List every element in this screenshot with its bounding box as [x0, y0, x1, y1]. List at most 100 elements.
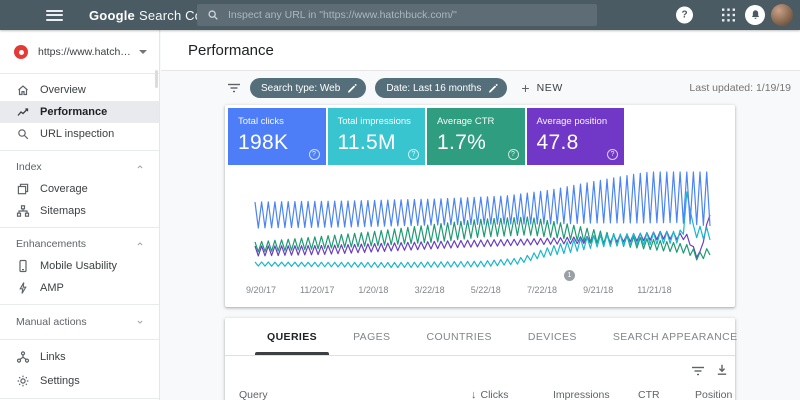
metric-label: Total clicks [238, 116, 326, 127]
chevron-down-icon [139, 50, 147, 54]
new-filter-label: NEW [537, 82, 563, 94]
search-icon [207, 9, 219, 21]
filter-list-icon[interactable] [227, 82, 241, 94]
sidebar-item-label: Mobile Usability [40, 260, 117, 272]
x-axis-label: 9/20/17 [246, 285, 276, 295]
plus-icon: + [521, 80, 529, 96]
divider [0, 339, 159, 340]
help-icon[interactable]: ? [508, 149, 519, 160]
divider [0, 304, 159, 305]
sidebar-item-settings[interactable]: Settings [0, 369, 159, 393]
sidebar-item-sitemaps[interactable]: Sitemaps [0, 200, 159, 222]
sidebar-item-label: Links [40, 351, 66, 363]
notifications-bell-icon[interactable] [745, 5, 765, 25]
metric-card-total-impressions[interactable]: Total impressions 11.5M ? [328, 108, 426, 165]
sidebar-item-label: Coverage [40, 183, 88, 195]
sidebar-item-overview[interactable]: Overview [0, 79, 159, 101]
filter-chip-date[interactable]: Date: Last 16 months [375, 78, 507, 98]
logo-brand: Google [89, 8, 135, 23]
x-axis-label: 5/22/18 [471, 285, 501, 295]
page-title: Performance [188, 42, 274, 59]
new-filter-button[interactable]: + NEW [521, 80, 562, 96]
chevron-down-icon [135, 317, 145, 327]
column-header-clicks[interactable]: ↓ Clicks [471, 389, 509, 400]
x-axis-label: 1/20/18 [358, 285, 388, 295]
sidebar-item-performance[interactable]: Performance [0, 101, 159, 123]
section-label: Enhancements [16, 238, 135, 250]
performance-chart-icon [16, 105, 30, 119]
sidebar-section-manual-actions[interactable]: Manual actions [0, 310, 159, 334]
sidebar-item-amp[interactable]: AMP [0, 277, 159, 299]
chart-plot-area[interactable] [255, 171, 710, 271]
performance-chart [255, 171, 710, 271]
sitemaps-tree-icon [16, 204, 30, 218]
dimensions-table-card: QUERIES PAGES COUNTRIES DEVICES SEARCH A… [225, 318, 735, 400]
apps-grid-icon[interactable] [722, 9, 735, 22]
tab-search-appearance[interactable]: SEARCH APPEARANCE [595, 318, 756, 355]
column-header-query[interactable]: Query [239, 389, 268, 400]
x-axis-label: 11/20/17 [300, 285, 334, 295]
sidebar-section-enhancements[interactable]: Enhancements [0, 233, 159, 255]
sidebar-scrollbar[interactable] [155, 70, 158, 88]
url-inspection-searchbar[interactable] [197, 4, 597, 26]
metric-card-average-ctr[interactable]: Average CTR 1.7% ? [427, 108, 525, 165]
chevron-up-icon [135, 162, 145, 172]
sort-desc-icon: ↓ [471, 389, 477, 400]
edit-pencil-icon [347, 83, 357, 93]
tab-queries[interactable]: QUERIES [249, 318, 335, 355]
series-clicks [255, 172, 710, 228]
tab-countries[interactable]: COUNTRIES [408, 318, 509, 355]
x-axis-label: 9/21/18 [583, 285, 613, 295]
sidebar-item-url-inspection[interactable]: URL inspection [0, 123, 159, 145]
metric-cards: Total clicks 198K ? Total impressions 11… [225, 105, 735, 168]
sidebar-item-links[interactable]: Links [0, 345, 159, 369]
filter-chip-search-type[interactable]: Search type: Web [250, 78, 366, 98]
help-icon[interactable]: ? [408, 149, 419, 160]
tab-pages[interactable]: PAGES [335, 318, 408, 355]
help-icon[interactable]: ? [676, 7, 693, 24]
x-axis-label: 3/22/18 [415, 285, 445, 295]
x-axis-label: 7/22/18 [527, 285, 557, 295]
sidebar-item-label: AMP [40, 282, 64, 294]
column-header-position[interactable]: Position [695, 389, 732, 400]
column-header-impressions[interactable]: Impressions [553, 389, 610, 400]
column-header-ctr[interactable]: CTR [638, 389, 660, 400]
sidebar-item-coverage[interactable]: Coverage [0, 178, 159, 200]
sidebar-nav: https://www.hatchbuck.com/ Overview Perf… [0, 30, 160, 400]
help-icon[interactable]: ? [607, 149, 618, 160]
dimension-tabs: QUERIES PAGES COUNTRIES DEVICES SEARCH A… [225, 318, 735, 356]
section-label: Index [16, 161, 135, 173]
sidebar-item-label: Performance [40, 106, 107, 118]
table-filter-icon[interactable] [691, 365, 705, 377]
divider [0, 398, 159, 399]
property-url: https://www.hatchbuck.com/ [38, 46, 135, 58]
metric-card-total-clicks[interactable]: Total clicks 198K ? [228, 108, 326, 165]
metric-card-average-position[interactable]: Average position 47.8 ? [527, 108, 625, 165]
sidebar-item-label: Settings [40, 375, 80, 387]
chip-label: Date: Last 16 months [386, 83, 481, 94]
sidebar-item-mobile-usability[interactable]: Mobile Usability [0, 255, 159, 277]
account-avatar[interactable] [771, 4, 793, 26]
home-icon [16, 83, 30, 97]
sidebar-item-label: URL inspection [40, 128, 114, 140]
amp-lightning-icon [16, 281, 30, 295]
metric-label: Average position [537, 116, 625, 127]
tab-devices[interactable]: DEVICES [510, 318, 595, 355]
property-favicon [14, 45, 28, 59]
last-updated-text: Last updated: 1/19/19 [689, 82, 791, 94]
search-icon [16, 127, 30, 141]
sidebar-section-index[interactable]: Index [0, 156, 159, 178]
divider [0, 227, 159, 228]
divider [0, 150, 159, 151]
help-icon[interactable]: ? [309, 149, 320, 160]
page-header: Performance [161, 30, 800, 71]
url-inspection-input[interactable] [228, 9, 587, 21]
table-toolbar [225, 356, 735, 386]
download-icon[interactable] [715, 363, 729, 377]
menu-icon[interactable] [46, 10, 63, 21]
annotation-marker[interactable]: 1 [564, 270, 575, 281]
chip-label: Search type: Web [261, 83, 340, 94]
x-axis-label: 11/21/18 [637, 285, 671, 295]
property-selector[interactable]: https://www.hatchbuck.com/ [0, 36, 159, 68]
filter-bar: Search type: Web Date: Last 16 months + … [161, 71, 800, 105]
